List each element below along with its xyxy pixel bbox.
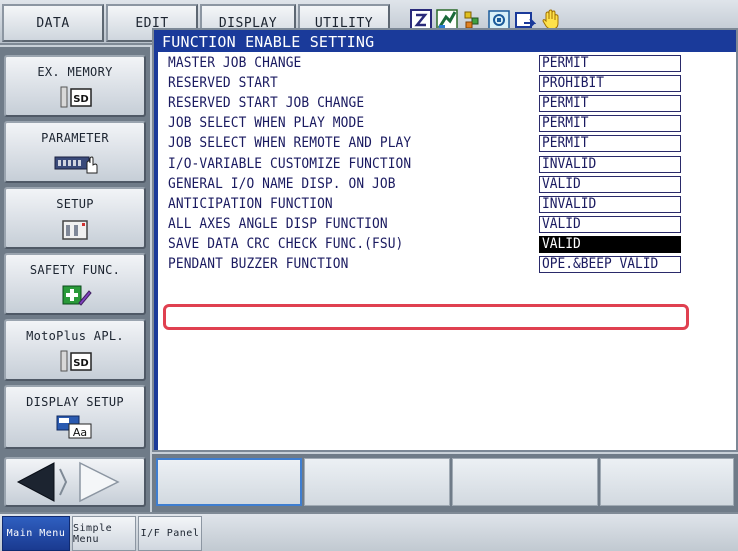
setting-value[interactable]: PERMIT	[539, 115, 681, 133]
setting-label: ALL AXES ANGLE DISP FUNCTION	[168, 215, 388, 232]
setup-button[interactable]: SETUP	[4, 187, 146, 249]
setting-value[interactable]: PROHIBIT	[539, 75, 681, 93]
setting-value[interactable]: VALID	[539, 215, 681, 233]
display-setup-label: DISPLAY SETUP	[26, 395, 124, 409]
safety-func-button[interactable]: SAFETY FUNC.	[4, 253, 146, 315]
ex-memory-button[interactable]: EX. MEMORY SD	[4, 55, 146, 117]
safety-cross-icon	[55, 283, 95, 307]
setup-controller-icon	[55, 217, 95, 241]
setting-row[interactable]: ALL AXES ANGLE DISP FUNCTION VALID	[164, 215, 681, 233]
setting-row[interactable]: MASTER JOB CHANGE PERMIT	[164, 55, 681, 72]
setting-label: I/O-VARIABLE CUSTOMIZE FUNCTION	[168, 155, 412, 172]
setting-value-text: VALID	[542, 235, 581, 252]
setting-row[interactable]: JOB SELECT WHEN REMOTE AND PLAY PERMIT	[164, 135, 681, 153]
setting-row[interactable]: ANTICIPATION FUNCTION INVALID	[164, 195, 681, 213]
parameter-label: PARAMETER	[41, 131, 109, 145]
safety-func-label: SAFETY FUNC.	[29, 263, 121, 277]
setting-label: JOB SELECT WHEN PLAY MODE	[168, 115, 365, 132]
highlight-frame	[163, 304, 689, 330]
sd-card-icon: SD	[55, 349, 95, 373]
setting-value-text: VALID	[542, 215, 581, 232]
setting-value-text: PERMIT	[542, 95, 589, 112]
display-font-icon: Aa	[53, 415, 97, 439]
setting-value[interactable]: PERMIT	[539, 55, 681, 72]
input-line-panel	[152, 454, 738, 512]
setting-row[interactable]: I/O-VARIABLE CUSTOMIZE FUNCTION INVALID	[164, 155, 681, 173]
input-line-cell	[600, 458, 734, 506]
page-navigation	[4, 457, 146, 507]
sd-card-icon: SD	[55, 85, 95, 109]
setting-row[interactable]: RESERVED START JOB CHANGE PERMIT	[164, 95, 681, 113]
setting-row[interactable]: GENERAL I/O NAME DISP. ON JOB VALID	[164, 175, 681, 193]
setting-value[interactable]: VALID	[539, 175, 681, 193]
setting-value-text: OPE.&BEEP VALID	[542, 256, 659, 272]
parameter-chip-icon	[47, 151, 103, 175]
tab-if-panel[interactable]: I/F Panel	[138, 516, 202, 551]
setting-value-text: PROHIBIT	[542, 75, 605, 92]
motoplus-apl-label: MotoPlus APL.	[26, 329, 124, 343]
bottom-tab-bar: Main Menu Simple Menu I/F Panel	[0, 512, 738, 551]
setting-label: SAVE DATA CRC CHECK FUNC.(FSU)	[168, 235, 404, 252]
setting-value[interactable]: PERMIT	[539, 135, 681, 153]
setting-label: RESERVED START	[168, 75, 278, 92]
data-menu-button[interactable]: DATA	[2, 4, 104, 42]
setting-label: ANTICIPATION FUNCTION	[168, 195, 333, 212]
setting-value-text: INVALID	[542, 155, 597, 172]
input-line-cell	[452, 458, 598, 506]
setting-row[interactable]: PENDANT BUZZER FUNCTION OPE.&BEEP VALID	[164, 256, 681, 273]
tab-main-menu[interactable]: Main Menu	[2, 516, 70, 551]
setting-value[interactable]: OPE.&BEEP VALID	[539, 256, 681, 273]
input-line-cell	[304, 458, 450, 506]
setting-row[interactable]: SAVE DATA CRC CHECK FUNC.(FSU) VALID	[164, 235, 681, 253]
svg-text:SD: SD	[73, 358, 89, 369]
ex-memory-label: EX. MEMORY	[37, 65, 113, 79]
setting-label: GENERAL I/O NAME DISP. ON JOB	[168, 175, 396, 192]
setting-label: JOB SELECT WHEN REMOTE AND PLAY	[168, 135, 412, 152]
setting-value[interactable]: VALID	[539, 235, 681, 253]
setting-row[interactable]: RESERVED START PROHIBIT	[164, 75, 681, 93]
setting-row[interactable]: JOB SELECT WHEN PLAY MODE PERMIT	[164, 115, 681, 133]
page-forward-icon[interactable]	[79, 461, 120, 503]
main-menu-panel: EX. MEMORY SD PARAMETER SETUP SAFETY FUN…	[0, 47, 150, 512]
parameter-button[interactable]: PARAMETER	[4, 121, 146, 183]
page-back-icon[interactable]	[16, 462, 55, 502]
setting-value[interactable]: INVALID	[539, 195, 681, 213]
tab-simple-menu[interactable]: Simple Menu	[72, 516, 136, 551]
setting-label: RESERVED START JOB CHANGE	[168, 95, 365, 112]
setting-value-text: PERMIT	[542, 135, 589, 152]
input-line-field[interactable]	[156, 458, 302, 506]
setting-label: PENDANT BUZZER FUNCTION	[168, 256, 349, 272]
setting-value-text: VALID	[542, 175, 581, 192]
setting-value[interactable]: PERMIT	[539, 95, 681, 113]
function-enable-window: FUNCTION ENABLE SETTING MASTER JOB CHANG…	[152, 28, 738, 452]
setting-value-text: PERMIT	[542, 115, 589, 132]
setting-value[interactable]: INVALID	[539, 155, 681, 173]
window-title: FUNCTION ENABLE SETTING	[162, 33, 375, 51]
display-setup-button[interactable]: DISPLAY SETUP Aa	[4, 385, 146, 449]
setting-label: MASTER JOB CHANGE	[168, 55, 302, 71]
setup-label: SETUP	[56, 197, 94, 211]
motoplus-apl-button[interactable]: MotoPlus APL. SD	[4, 319, 146, 381]
settings-list: MASTER JOB CHANGE PERMIT RESERVED START PRO…	[158, 52, 736, 450]
svg-text:Aa: Aa	[73, 426, 87, 439]
svg-text:SD: SD	[73, 94, 89, 105]
setting-value-text: PERMIT	[542, 55, 589, 71]
setting-value-text: INVALID	[542, 195, 597, 212]
